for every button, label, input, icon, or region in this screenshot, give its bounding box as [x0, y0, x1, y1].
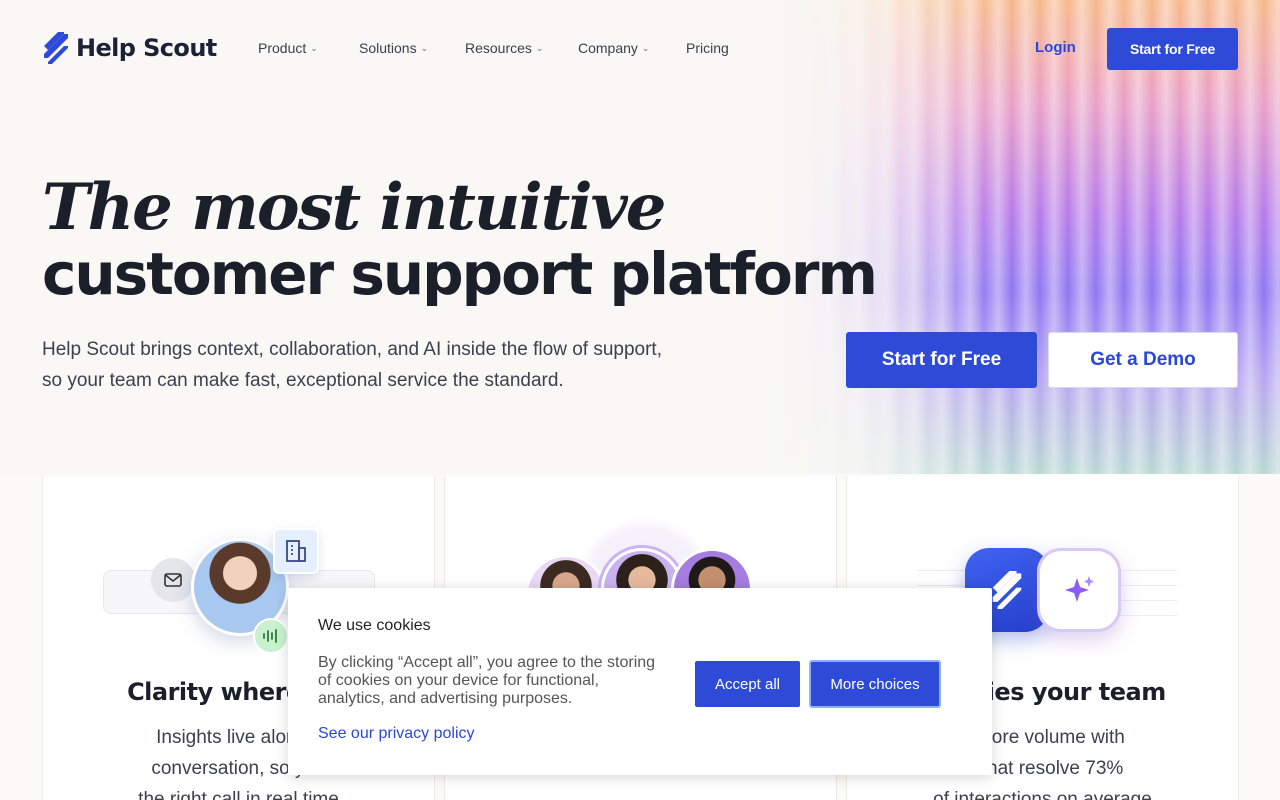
hero-title-italic: The most intuitive [42, 170, 666, 245]
get-demo-button[interactable]: Get a Demo [1048, 332, 1238, 388]
nav-item-label: Pricing [686, 40, 729, 56]
help-scout-logo-icon [44, 32, 68, 64]
hero-subtitle: Help Scout brings context, collaboration… [42, 339, 662, 391]
chevron-down-icon: ⌄ [420, 42, 429, 53]
building-icon [273, 528, 319, 574]
logo[interactable]: Help Scout [42, 32, 217, 64]
chevron-down-icon: ⌄ [535, 42, 544, 53]
chevron-down-icon: ⌄ [641, 42, 650, 53]
nav-item-product[interactable]: Product ⌄ [258, 40, 359, 56]
cookie-message: By clicking “Accept all”, you agree to t… [318, 654, 656, 707]
nav-item-label: Product [258, 40, 307, 56]
privacy-policy-link[interactable]: See our privacy policy [318, 725, 475, 743]
nav-item-solutions[interactable]: Solutions ⌄ [359, 40, 465, 56]
top-navigation: Help Scout Product ⌄ Solutions ⌄ Resourc… [0, 0, 1280, 96]
login-link[interactable]: Login [1035, 39, 1076, 56]
mail-icon [151, 558, 195, 602]
nav-item-label: Company [578, 40, 638, 56]
nav-item-pricing[interactable]: Pricing [686, 40, 729, 56]
start-free-nav-button[interactable]: Start for Free [1107, 28, 1238, 70]
sparkle-icon [1037, 548, 1121, 632]
hero-title-bold: customer support platform [42, 240, 878, 308]
cookie-consent-dialog: We use cookies By clicking “Accept all”,… [288, 588, 992, 775]
logo-text: Help Scout [76, 34, 217, 62]
nav-item-label: Solutions [359, 40, 417, 56]
nav-item-resources[interactable]: Resources ⌄ [465, 40, 578, 56]
accept-all-button[interactable]: Accept all [695, 661, 800, 707]
main-menu: Product ⌄ Solutions ⌄ Resources ⌄ Compan… [258, 40, 729, 56]
nav-item-company[interactable]: Company ⌄ [578, 40, 686, 56]
start-free-hero-button[interactable]: Start for Free [846, 332, 1037, 388]
cookie-title: We use cookies [318, 617, 431, 634]
chevron-down-icon: ⌄ [310, 42, 318, 53]
audio-wave-icon [253, 618, 289, 654]
more-choices-button[interactable]: More choices [809, 660, 941, 708]
nav-item-label: Resources [465, 40, 532, 56]
